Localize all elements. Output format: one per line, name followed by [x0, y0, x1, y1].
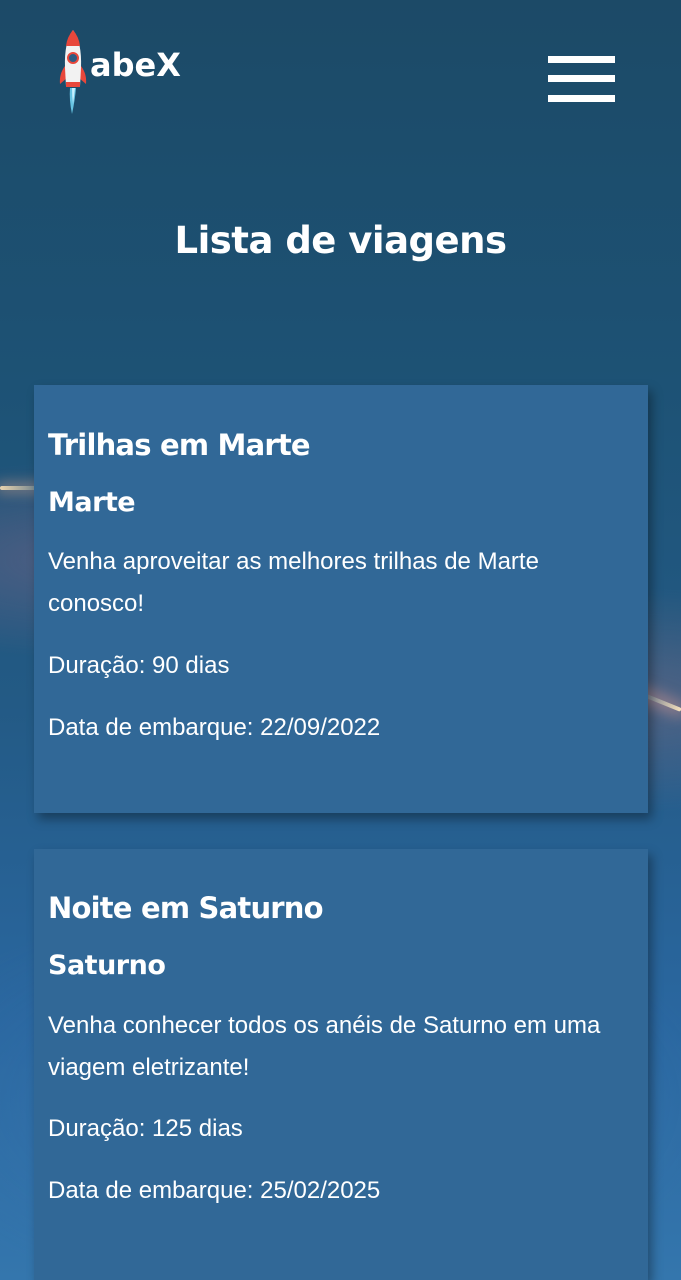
page-title: Lista de viagens — [174, 219, 508, 262]
trip-duration: Duração: 90 dias — [48, 652, 230, 679]
hamburger-menu-icon[interactable] — [548, 56, 615, 102]
menu-bar — [548, 75, 615, 82]
trip-duration: Duração: 125 dias — [48, 1115, 243, 1142]
trip-name: Noite em Saturno — [48, 891, 324, 925]
trip-destination: Marte — [48, 487, 136, 518]
trip-description: Venha conhecer todos os anéis de Saturno… — [48, 1012, 601, 1081]
logo-text: abeX — [90, 46, 181, 84]
trip-name: Trilhas em Marte — [48, 428, 311, 462]
rocket-icon — [59, 30, 87, 114]
trip-departure-date: Data de embarque: 22/09/2022 — [48, 714, 381, 741]
logo[interactable]: abeX — [56, 28, 181, 116]
trip-departure-date: Data de embarque: 25/02/2025 — [48, 1177, 381, 1204]
trip-card[interactable]: Noite em Saturno Saturno Venha conhecer … — [34, 849, 648, 1280]
trip-card[interactable]: Trilhas em Marte Marte Venha aproveitar … — [34, 385, 648, 813]
trip-description: Venha aproveitar as melhores trilhas de … — [48, 548, 539, 617]
menu-bar — [548, 56, 615, 63]
trip-destination: Saturno — [48, 950, 166, 981]
menu-bar — [548, 95, 615, 102]
app-header: abeX — [0, 0, 681, 130]
